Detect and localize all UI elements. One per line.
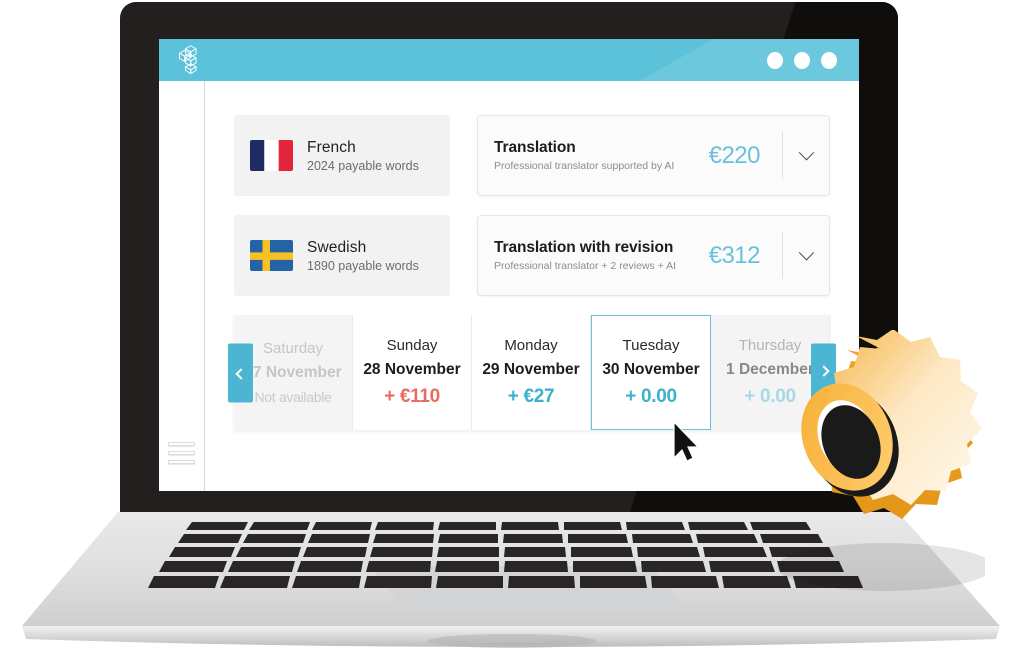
app-body: French 2024 payable words Translation Pr…: [159, 81, 859, 491]
service-title: Translation with revision: [494, 239, 674, 256]
service-expand-button[interactable]: [782, 232, 829, 279]
date-prev-button[interactable]: [228, 343, 253, 402]
chevron-left-icon: [234, 368, 247, 380]
date-value: 1 December: [726, 361, 814, 378]
service-text: Translation Professional translator supp…: [478, 139, 709, 172]
delivery-date-picker: Saturday 27 November Not available Sunda…: [228, 315, 836, 430]
language-card-swedish[interactable]: Swedish 1890 payable words: [234, 215, 450, 296]
date-next-button[interactable]: [811, 343, 836, 402]
language-card-french[interactable]: French 2024 payable words: [234, 115, 450, 196]
date-price: + €110: [384, 386, 440, 407]
window-minimize-button[interactable]: [767, 51, 783, 69]
date-weekday: Saturday: [262, 340, 324, 357]
date-price: Not available: [254, 389, 332, 405]
date-value: 28 November: [363, 361, 461, 378]
language-word-count: 2024 payable words: [307, 158, 419, 173]
date-weekday: Sunday: [386, 337, 438, 354]
service-title: Translation: [494, 139, 576, 156]
date-weekday: Monday: [504, 337, 558, 354]
screenshot-stage: French 2024 payable words Translation Pr…: [0, 0, 1024, 671]
window-close-button[interactable]: [821, 51, 837, 69]
french-flag-icon: [250, 140, 293, 171]
hamburger-menu-icon[interactable]: [168, 442, 195, 464]
language-text: French 2024 payable words: [307, 139, 419, 173]
swedish-flag-icon: [250, 240, 293, 271]
menu-line: [168, 451, 195, 455]
window-controls[interactable]: [767, 51, 837, 69]
date-weekday: Thursday: [738, 337, 802, 354]
date-weekday: Tuesday: [622, 337, 680, 354]
date-price: + 0.00: [625, 386, 677, 407]
menu-line: [168, 460, 195, 464]
main-content: French 2024 payable words Translation Pr…: [205, 81, 859, 491]
service-expand-button[interactable]: [782, 132, 829, 179]
date-value: 30 November: [602, 361, 700, 378]
date-option-tuesday-selected[interactable]: Tuesday 30 November + 0.00: [591, 315, 711, 430]
service-subtitle: Professional translator + 2 reviews + AI: [494, 260, 677, 272]
quote-row: Swedish 1890 payable words Translation w…: [234, 215, 830, 296]
chevron-down-icon: [798, 144, 814, 161]
date-value: 27 November: [244, 364, 342, 381]
app-titlebar: [159, 39, 859, 81]
date-value: 29 November: [482, 361, 580, 378]
chevron-down-icon: [798, 244, 814, 261]
laptop-base: [0, 508, 1024, 671]
service-price: €220: [708, 141, 761, 169]
language-name: Swedish: [307, 238, 367, 256]
language-name: French: [307, 138, 356, 156]
service-card-translation-with-revision[interactable]: Translation with revision Professional t…: [477, 215, 830, 296]
service-price: €312: [708, 241, 761, 269]
date-option-sunday[interactable]: Sunday 28 November + €110: [353, 315, 472, 430]
menu-line: [168, 442, 195, 446]
date-price: + €27: [507, 386, 555, 407]
left-rail: [159, 81, 205, 491]
quote-row: French 2024 payable words Translation Pr…: [234, 115, 830, 196]
chevron-right-icon: [817, 365, 830, 377]
window-maximize-button[interactable]: [794, 51, 810, 69]
service-subtitle: Professional translator supported by AI: [494, 160, 675, 172]
language-text: Swedish 1890 payable words: [307, 239, 419, 273]
date-option-monday[interactable]: Monday 29 November + €27: [472, 315, 591, 430]
service-text: Translation with revision Professional t…: [478, 239, 709, 272]
isometric-cubes-logo: [175, 45, 205, 75]
laptop-screen: French 2024 payable words Translation Pr…: [159, 39, 859, 491]
date-price: + 0.00: [744, 386, 796, 407]
language-word-count: 1890 payable words: [307, 258, 419, 273]
service-card-translation[interactable]: Translation Professional translator supp…: [477, 115, 830, 196]
